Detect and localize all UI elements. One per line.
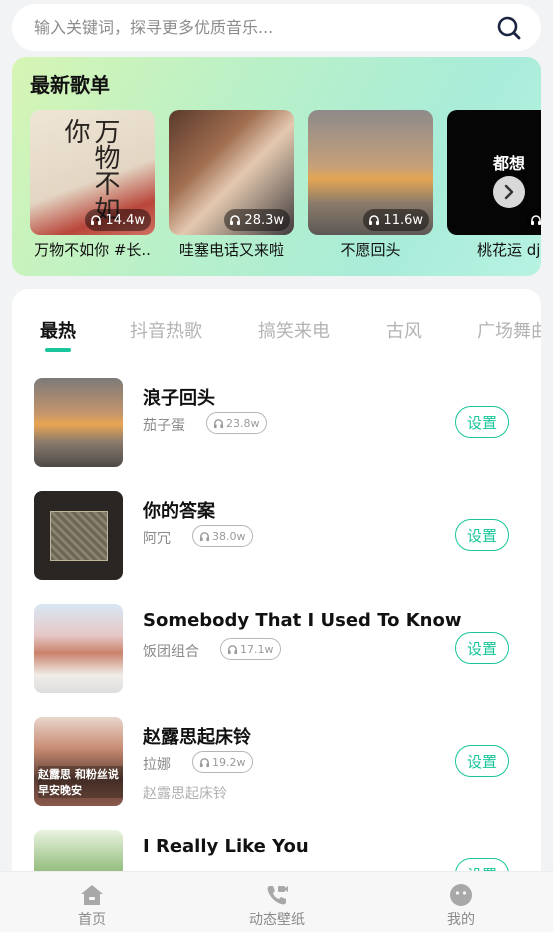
song-list-panel: 最热 抖音热歌 搞笑来电 古风 广场舞曲 浪子回头 茄子蛋 23.8w 设置 你… [12, 289, 541, 932]
playlist-item[interactable]: 28.3w 哇塞电话又来啦 [169, 110, 294, 260]
tab-square-dance[interactable]: 广场舞曲 [477, 317, 541, 343]
nav-home[interactable]: 首页 [52, 882, 132, 929]
nav-label: 首页 [78, 912, 106, 928]
playlist-item[interactable]: 11.6w 不愿回头 [308, 110, 433, 260]
song-cover [34, 491, 123, 580]
playlist-cover: 28.3w [169, 110, 294, 235]
song-artist: 茄子蛋 [143, 418, 185, 434]
tab-ancient-style[interactable]: 古风 [386, 317, 422, 343]
headphones-icon [91, 215, 102, 225]
playlist-section: 最新歌单 万物不如你 14.4w 万物不如你 #长.. 28.3w 哇塞电话又来… [12, 57, 541, 276]
cover-caption: 赵露思 和粉丝说早安晚安 [38, 766, 123, 798]
set-ringtone-button[interactable]: 设置 [455, 745, 509, 777]
song-row[interactable]: 你的答案 阿冗 38.0w 设置 [34, 491, 524, 581]
play-count: 11.6w [383, 212, 423, 228]
nav-mine[interactable]: 我的 [421, 882, 501, 929]
headphones-icon [369, 215, 380, 225]
active-tab-indicator [45, 348, 71, 352]
playlist-cover: 都想 35 [447, 110, 541, 235]
section-title: 最新歌单 [30, 73, 110, 97]
headphones-icon [199, 757, 210, 767]
set-ringtone-button[interactable]: 设置 [455, 406, 509, 438]
headphones-icon [230, 215, 241, 225]
search-icon[interactable] [495, 14, 523, 42]
headphones-icon [213, 418, 224, 428]
album-art-detail [50, 511, 108, 561]
playlist-item[interactable]: 万物不如你 14.4w 万物不如你 #长.. [30, 110, 155, 260]
play-count: 19.2w [212, 755, 246, 769]
play-count: 28.3w [244, 212, 284, 228]
play-count: 23.8w [226, 416, 260, 430]
song-row[interactable]: 赵露思 和粉丝说早安晚安 赵露思起床铃 拉娜 19.2w 赵露思起床铃 设置 [34, 717, 524, 807]
playlist-cover: 万物不如你 14.4w [30, 110, 155, 235]
play-count-badge: 35 [525, 209, 541, 231]
home-icon [52, 882, 132, 908]
song-cover [34, 378, 123, 467]
playlist-cover: 11.6w [308, 110, 433, 235]
playlist-name: 不愿回头 [340, 241, 401, 259]
search-input[interactable] [34, 18, 495, 37]
headphones-icon [199, 531, 210, 541]
chevron-right-icon [504, 184, 514, 200]
song-row[interactable]: Somebody That I Used To Know 饭团组合 17.1w … [34, 604, 524, 694]
playlist-row: 万物不如你 14.4w 万物不如你 #长.. 28.3w 哇塞电话又来啦 11.… [30, 110, 541, 260]
play-count-badge: 28.3w [224, 209, 290, 231]
song-subtitle: 赵露思起床铃 [143, 786, 227, 802]
song-artist: 阿冗 [143, 531, 171, 547]
tab-douyin[interactable]: 抖音热歌 [130, 317, 202, 343]
play-count-badge: 11.6w [363, 209, 429, 231]
bottom-nav: 首页 动态壁纸 我的 [0, 871, 553, 932]
play-count: 17.1w [240, 642, 274, 656]
tab-funny-ringtone[interactable]: 搞笑来电 [258, 317, 330, 343]
smile-face-icon [421, 882, 501, 908]
play-count-badge: 14.4w [85, 209, 151, 231]
playlist-name: 万物不如你 #长.. [34, 241, 151, 259]
play-count-pill: 38.0w [192, 525, 253, 547]
nav-label: 动态壁纸 [249, 912, 305, 928]
song-title: 浪子回头 [143, 388, 215, 409]
playlist-name: 哇塞电话又来啦 [178, 241, 284, 259]
song-cover: 赵露思 和粉丝说早安晚安 [34, 717, 123, 806]
search-bar[interactable] [12, 4, 541, 51]
song-artist: 拉娜 [143, 757, 171, 773]
song-title: 你的答案 [143, 501, 215, 522]
headphones-icon [531, 215, 541, 225]
play-count-pill: 23.8w [206, 412, 267, 434]
next-arrow-button[interactable] [493, 176, 525, 208]
play-count: 38.0w [212, 529, 246, 543]
play-count-pill: 19.2w [192, 751, 253, 773]
nav-live-wallpaper[interactable]: 动态壁纸 [237, 882, 317, 929]
set-ringtone-button[interactable]: 设置 [455, 519, 509, 551]
song-cover [34, 604, 123, 693]
set-ringtone-button[interactable]: 设置 [455, 632, 509, 664]
play-count: 14.4w [105, 212, 145, 228]
category-tabs: 最热 抖音热歌 搞笑来电 古风 广场舞曲 [12, 317, 541, 357]
playlist-name: 桃花运 dj [477, 241, 541, 259]
song-title: I Really Like You [143, 836, 309, 857]
song-title: 赵露思起床铃 [143, 727, 251, 748]
song-title: Somebody That I Used To Know [143, 610, 462, 631]
play-count-pill: 17.1w [220, 638, 281, 660]
tab-hot[interactable]: 最热 [40, 317, 76, 343]
nav-label: 我的 [447, 912, 475, 928]
song-artist: 饭团组合 [143, 644, 199, 660]
song-row[interactable]: 浪子回头 茄子蛋 23.8w 设置 [34, 378, 524, 468]
cover-title-text: 都想 [493, 154, 526, 173]
headphones-icon [227, 644, 238, 654]
phone-video-icon [237, 882, 317, 908]
